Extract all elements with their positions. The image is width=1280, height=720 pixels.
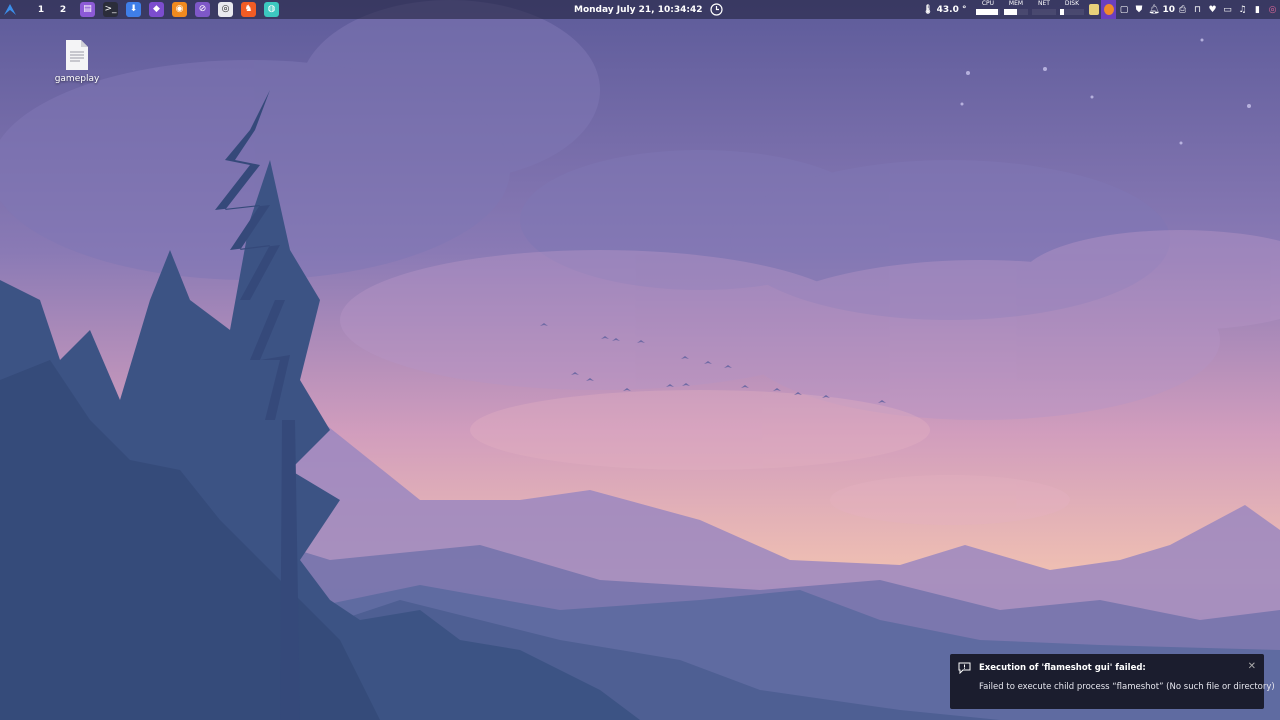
taskbar-app-button[interactable]: ⊘ xyxy=(191,0,214,19)
panel-right-section: 🌡︎ 43.0 ° CPU MEM NET DISK ▢ ⛊ 🔔︎ 10 ⎙ ⊓ ♥ … xyxy=(922,0,1280,19)
notification-close-button[interactable]: ✕ xyxy=(1248,661,1256,672)
meter-net[interactable]: NET xyxy=(1030,0,1057,19)
meter-fill xyxy=(1059,9,1064,15)
system-meters: CPU MEM NET DISK xyxy=(974,0,1086,19)
desktop-file-label: gameplay xyxy=(54,74,100,84)
notification-count[interactable]: 10 xyxy=(1162,5,1175,15)
taskbar-app-button[interactable]: ◎ xyxy=(214,0,237,19)
meter-bar xyxy=(975,9,1000,15)
clock-label[interactable]: Monday July 21, 10:34:42 xyxy=(574,5,702,15)
temperature-widget[interactable]: 🌡︎ 43.0 ° xyxy=(922,5,966,15)
blender-icon: ◉ xyxy=(172,2,187,17)
taskbar-app-button[interactable]: ◍ xyxy=(260,0,283,19)
meter-label: MEM xyxy=(1008,0,1024,7)
taskbar-app-button[interactable]: ♞ xyxy=(237,0,260,19)
planet-app-icon: ◍ xyxy=(264,2,279,17)
firefox-icon[interactable] xyxy=(1101,0,1117,19)
file-manager-icon: ▤ xyxy=(80,2,95,17)
desktop-wallpaper xyxy=(0,0,1280,720)
panel-clock-section: Monday July 21, 10:34:42 xyxy=(574,0,724,19)
meter-label: DISK xyxy=(1064,0,1080,7)
meter-bar xyxy=(1059,9,1084,15)
meter-label: CPU xyxy=(981,0,995,7)
panel-left-section: 1 2 ▤ >_ ⬇ ◆ ◉ ⊘ ◎ ♞ ◍ xyxy=(0,0,283,19)
notifications-bell-icon[interactable]: 🔔︎ xyxy=(1146,0,1161,19)
workspace-1-button[interactable]: 1 xyxy=(30,5,52,15)
document-icon xyxy=(66,40,88,70)
arch-logo-icon xyxy=(4,4,16,15)
calendar-icon[interactable]: ▢ xyxy=(1116,0,1131,19)
meter-cpu[interactable]: CPU xyxy=(974,0,1001,19)
meter-mem[interactable]: MEM xyxy=(1002,0,1029,19)
error-notification[interactable]: Execution of 'flameshot gui' failed: Fai… xyxy=(950,654,1275,709)
workspace-2-button[interactable]: 2 xyxy=(52,5,74,15)
obsidian-icon: ◆ xyxy=(149,2,164,17)
download-icon: ⬇ xyxy=(126,2,141,17)
clock-icon[interactable] xyxy=(710,3,724,16)
thermometer-icon: 🌡︎ xyxy=(922,4,934,15)
brave-icon: ♞ xyxy=(241,2,256,17)
taskbar-app-button[interactable]: ◆ xyxy=(145,0,168,19)
taskbar-app-button[interactable]: ◉ xyxy=(168,0,191,19)
notes-app-icon[interactable] xyxy=(1086,0,1101,19)
meter-disk[interactable]: DISK xyxy=(1058,0,1085,19)
taskbar-app-button[interactable]: ⬇ xyxy=(122,0,145,19)
meter-bar xyxy=(1031,9,1056,15)
notification-title: Execution of 'flameshot gui' failed: xyxy=(979,663,1146,673)
music-icon[interactable]: ♫ xyxy=(1235,0,1250,19)
top-panel: 1 2 ▤ >_ ⬇ ◆ ◉ ⊘ ◎ ♞ ◍ Monday July 21, 10:34:42 … xyxy=(0,0,1280,19)
message-alert-icon xyxy=(958,662,971,674)
usb-icon[interactable]: ⊓ xyxy=(1190,0,1205,19)
meter-fill xyxy=(975,9,998,15)
power-icon[interactable]: ◎ xyxy=(1265,0,1280,19)
printer-icon[interactable]: ⎙ xyxy=(1175,0,1190,19)
notification-body: Failed to execute child process “flamesh… xyxy=(979,682,1275,692)
taskbar-apps: ▤ >_ ⬇ ◆ ◉ ⊘ ◎ ♞ ◍ xyxy=(76,0,283,19)
display-icon[interactable]: ▭ xyxy=(1220,0,1235,19)
app-launcher-button[interactable] xyxy=(0,0,20,19)
meter-bar xyxy=(1003,9,1028,15)
taskbar-app-button[interactable]: ▤ xyxy=(76,0,99,19)
battery-icon[interactable]: ▮ xyxy=(1250,0,1265,19)
shield-icon[interactable]: ⛊ xyxy=(1131,0,1146,19)
vpn-heart-icon[interactable]: ♥ xyxy=(1205,0,1220,19)
desktop-file-gameplay[interactable]: gameplay xyxy=(52,40,102,84)
terminal-icon: >_ xyxy=(103,2,118,17)
meter-label: NET xyxy=(1037,0,1050,7)
meter-fill xyxy=(1003,9,1018,15)
temperature-value: 43.0 ° xyxy=(936,4,967,15)
obs-icon: ◎ xyxy=(218,2,233,17)
taskbar-app-button[interactable]: >_ xyxy=(99,0,122,19)
blocked-app-icon: ⊘ xyxy=(195,2,210,17)
